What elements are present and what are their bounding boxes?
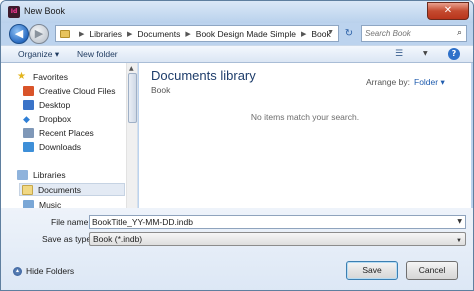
breadcrumb-libraries[interactable]: Libraries xyxy=(89,29,122,39)
forward-button[interactable]: ▶ xyxy=(29,24,49,44)
nav-item-downloads[interactable]: Downloads xyxy=(23,140,81,153)
breadcrumb-book-design-made-simple[interactable]: Book Design Made Simple xyxy=(196,29,296,39)
chevron-right-icon[interactable]: ▶ xyxy=(127,30,132,38)
filename-input[interactable] xyxy=(92,216,447,228)
search-input[interactable] xyxy=(365,27,451,40)
nav-favorites-header[interactable]: ★ Favorites xyxy=(17,70,68,83)
title-bar: Id New Book ✕ xyxy=(1,1,473,23)
back-button[interactable]: ◀ xyxy=(9,24,29,44)
save-button[interactable]: Save xyxy=(346,261,398,280)
libraries-icon xyxy=(17,169,28,180)
save-form: File name: ▼ Save as type: Book (*.indb)… xyxy=(1,208,473,290)
nav-item-desktop[interactable]: Desktop xyxy=(23,98,70,111)
help-icon[interactable]: ? xyxy=(448,48,460,60)
search-icon[interactable]: ⌕ xyxy=(457,28,462,38)
chevron-down-icon[interactable]: ▼ xyxy=(327,29,334,36)
scroll-up-icon[interactable]: ▲ xyxy=(129,65,134,72)
nav-label: Recent Places xyxy=(39,127,94,138)
arrange-by-label: Arrange by: xyxy=(366,77,410,87)
nav-item-music[interactable]: Music xyxy=(23,198,61,208)
address-bar[interactable]: ▶ Libraries ▶ Documents ▶ Book Design Ma… xyxy=(55,25,339,42)
dropbox-icon: ◆ xyxy=(23,113,30,124)
save-dialog: Id New Book ✕ ◀ ▶ ▶ Libraries ▶ Document… xyxy=(0,0,474,291)
nav-item-documents[interactable]: Documents xyxy=(19,183,125,196)
refresh-button[interactable]: ↻ xyxy=(341,26,357,41)
nav-label: Libraries xyxy=(33,169,66,180)
nav-item-dropbox[interactable]: ◆ Dropbox xyxy=(23,112,71,125)
nav-label: Favorites xyxy=(33,71,68,82)
music-icon xyxy=(23,199,34,208)
window-title: New Book xyxy=(24,6,66,16)
views-icon[interactable]: ☰ xyxy=(395,49,403,59)
close-button[interactable]: ✕ xyxy=(427,2,469,20)
nav-label: Documents xyxy=(38,184,81,195)
chevron-right-icon: ▶ xyxy=(79,30,85,38)
nav-item-recent-places[interactable]: Recent Places xyxy=(23,126,94,139)
filename-label: File name: xyxy=(51,217,91,227)
nav-scrollbar[interactable]: ▲ xyxy=(126,63,137,208)
indesign-app-icon: Id xyxy=(8,6,20,18)
library-title: Documents library xyxy=(151,68,256,83)
nav-label: Creative Cloud Files xyxy=(39,85,116,96)
scrollbar-thumb[interactable] xyxy=(128,73,137,123)
filename-combobox[interactable]: ▼ xyxy=(89,215,466,229)
nav-item-creative-cloud-files[interactable]: Creative Cloud Files xyxy=(23,84,116,97)
chevron-down-icon[interactable]: ▼ xyxy=(423,50,428,57)
command-toolbar: Organize ▾ New folder ☰ ▼ ? xyxy=(1,45,473,63)
recent-places-icon xyxy=(23,127,34,138)
new-folder-button[interactable]: New folder xyxy=(77,49,118,59)
chevron-down-icon[interactable]: ▼ xyxy=(457,218,462,225)
breadcrumb-documents[interactable]: Documents xyxy=(137,29,180,39)
nav-label: Dropbox xyxy=(39,113,72,124)
search-box[interactable]: ⌕ xyxy=(361,25,467,42)
navigation-pane: ★ Favorites Creative Cloud Files Desktop… xyxy=(1,63,138,208)
save-type-select[interactable]: Book (*.indb) ▼ xyxy=(89,232,466,246)
save-type-label: Save as type: xyxy=(42,234,94,244)
empty-results-message: No items match your search. xyxy=(250,112,360,122)
nav-label: Music xyxy=(39,199,62,209)
hide-folders-label: Hide Folders xyxy=(26,266,75,276)
chevron-right-icon[interactable]: ▶ xyxy=(185,30,190,38)
arrange-by-dropdown[interactable]: Folder ▾ xyxy=(414,77,445,88)
creative-cloud-icon xyxy=(23,85,34,96)
nav-libraries-header[interactable]: Libraries xyxy=(17,168,66,181)
chevron-down-icon[interactable]: ▼ xyxy=(456,235,462,247)
desktop-icon xyxy=(23,99,34,110)
content-pane: Documents library Book Arrange by: Folde… xyxy=(139,63,471,208)
nav-label: Downloads xyxy=(39,141,82,152)
cancel-button[interactable]: Cancel xyxy=(406,261,458,280)
navigation-bar: ◀ ▶ ▶ Libraries ▶ Documents ▶ Book Desig… xyxy=(1,23,473,45)
folder-icon xyxy=(60,29,70,38)
nav-label: Desktop xyxy=(39,99,71,110)
save-type-value: Book (*.indb) xyxy=(93,234,143,244)
collapse-icon: ▲ xyxy=(13,266,22,276)
documents-icon xyxy=(22,184,33,195)
star-icon: ★ xyxy=(17,70,26,82)
organize-button[interactable]: Organize ▾ xyxy=(18,49,59,60)
downloads-icon xyxy=(23,141,34,152)
hide-folders-button[interactable]: ▲ Hide Folders xyxy=(13,266,74,276)
library-subtitle: Book xyxy=(151,85,171,95)
chevron-right-icon[interactable]: ▶ xyxy=(301,30,306,38)
